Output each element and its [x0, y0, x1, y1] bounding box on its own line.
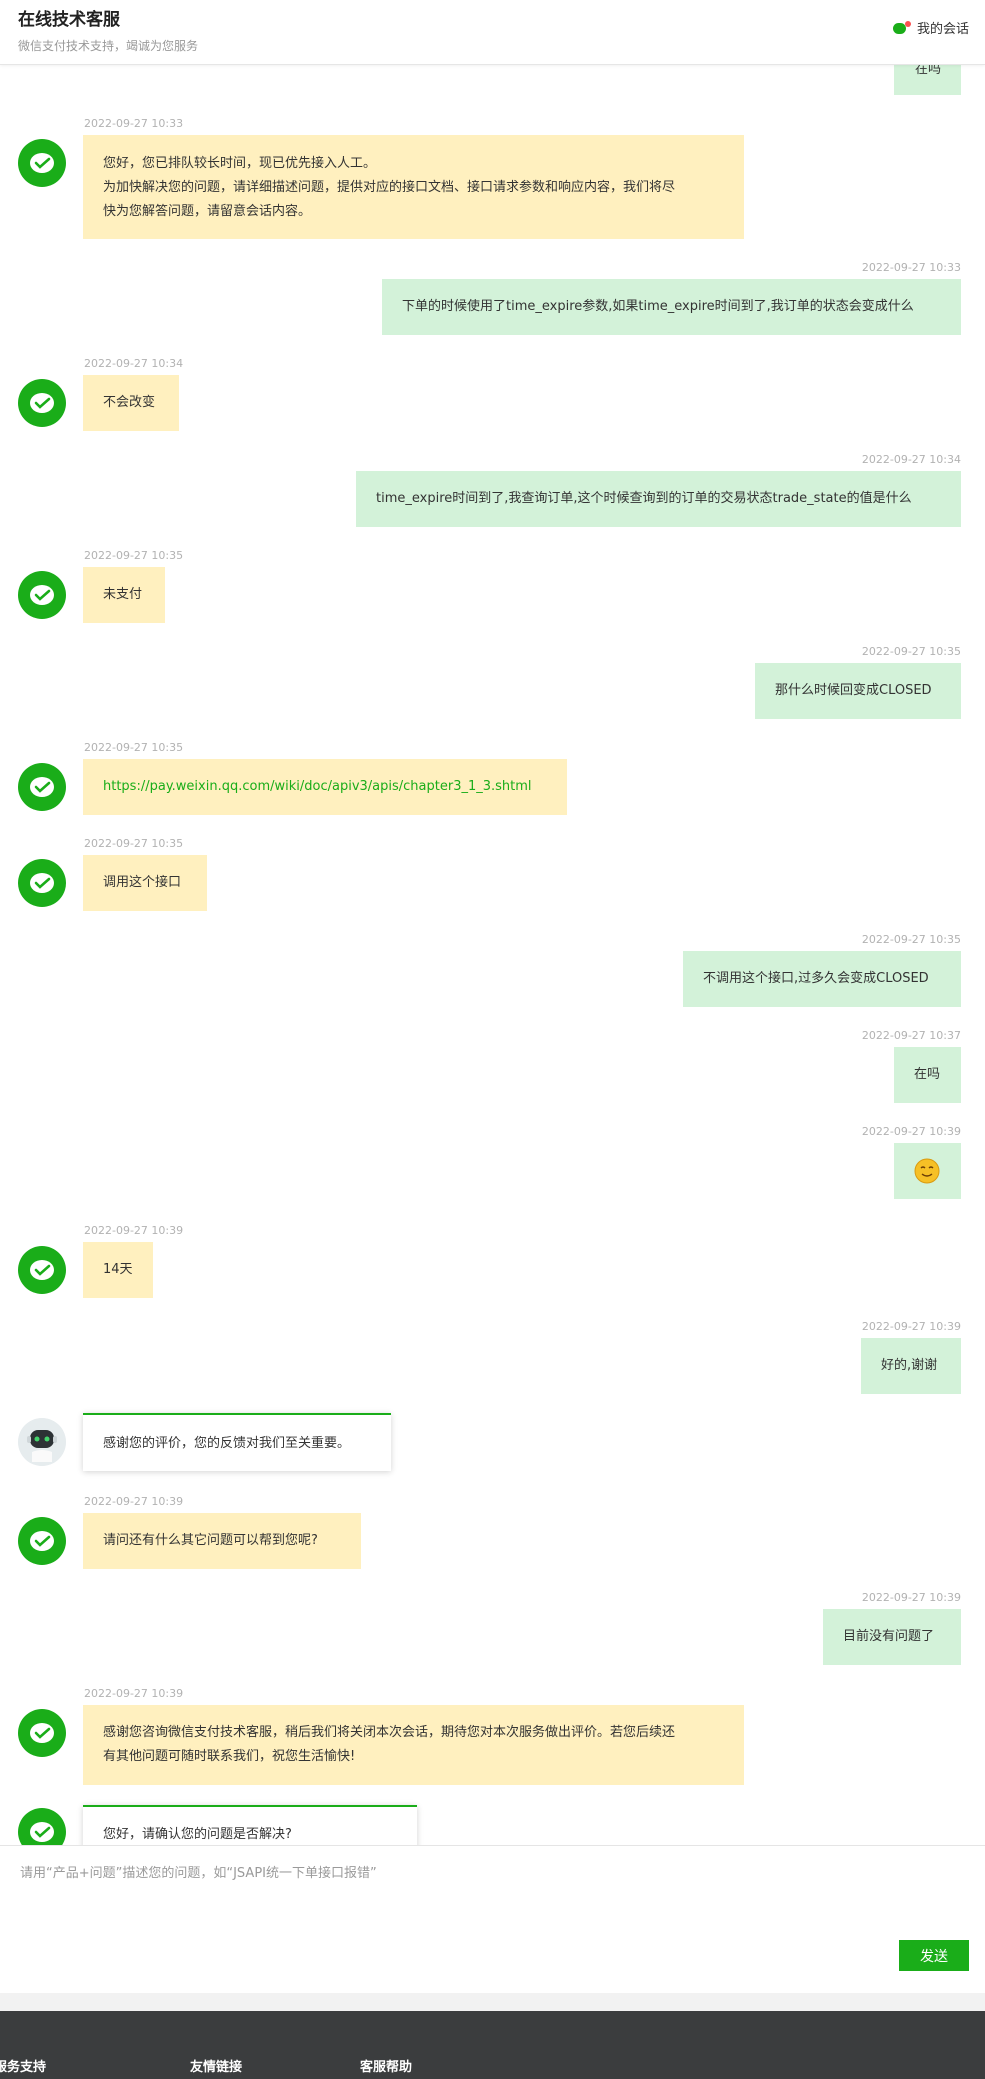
- wechat-pay-icon: [30, 1260, 54, 1280]
- user-message: 不调用这个接口,过多久会变成CLOSED: [683, 951, 961, 1007]
- top-header: 在线技术客服 微信支付技术支持，竭诚为您服务 我的会话: [0, 0, 985, 65]
- message-timestamp: 2022-09-27 10:34: [861, 453, 961, 466]
- chat-area[interactable]: 在吗 2022-09-27 10:33 您好，您已排队较长时间，现已优先接入人工…: [0, 0, 985, 1845]
- site-footer: 服务支持 友情链接 客服帮助: [0, 2011, 985, 2079]
- wechat-pay-icon: [30, 585, 54, 605]
- message-text: 不会改变: [103, 395, 156, 410]
- robot-avatar: [18, 1418, 66, 1466]
- smile-emoji-icon: [914, 1158, 940, 1184]
- message-timestamp: 2022-09-27 10:39: [84, 1495, 184, 1508]
- message-timestamp: 2022-09-27 10:35: [84, 837, 184, 850]
- message-text: 未支付: [103, 587, 143, 602]
- message-timestamp: 2022-09-27 10:35: [861, 645, 961, 658]
- agent-message: 调用这个接口: [83, 855, 207, 911]
- footer-friendly-links[interactable]: 友情链接: [190, 2056, 242, 2075]
- message-line: 有其他问题可随时联系我们，祝您生活愉快!: [103, 1749, 356, 1764]
- evaluation-card: 感谢您的评价，您的反馈对我们至关重要。: [83, 1413, 391, 1471]
- chat-bubble-icon: [892, 20, 911, 35]
- message-text: 14天: [103, 1262, 133, 1277]
- agent-avatar: [18, 379, 66, 427]
- message-timestamp: 2022-09-27 10:39: [861, 1125, 961, 1138]
- message-timestamp: 2022-09-27 10:33: [861, 261, 961, 274]
- my-session-label: 我的会话: [916, 22, 969, 37]
- divider: [0, 1992, 985, 2011]
- agent-message: 请问还有什么其它问题可以帮到您呢?: [83, 1513, 361, 1569]
- message-timestamp: 2022-09-27 10:34: [84, 357, 184, 370]
- agent-avatar: [18, 139, 66, 187]
- user-message: [894, 1143, 961, 1199]
- message-link[interactable]: https://pay.weixin.qq.com/wiki/doc/apiv3…: [103, 779, 532, 794]
- user-message: time_expire时间到了,我查询订单,这个时候查询到的订单的交易状态tra…: [356, 471, 961, 527]
- my-session-button[interactable]: 我的会话: [892, 18, 969, 37]
- message-timestamp: 2022-09-27 10:35: [861, 933, 961, 946]
- message-text: 您好，请确认您的问题是否解决?: [103, 1827, 292, 1842]
- agent-message: 未支付: [83, 567, 165, 623]
- user-message: 下单的时候使用了time_expire参数,如果time_expire时间到了,…: [382, 279, 961, 335]
- message-text: time_expire时间到了,我查询订单,这个时候查询到的订单的交易状态tra…: [376, 491, 912, 506]
- user-message: 目前没有问题了: [823, 1609, 961, 1665]
- message-text: 好的,谢谢: [881, 1358, 938, 1373]
- agent-message: 您好，您已排队较长时间，现已优先接入人工。 为加快解决您的问题，请详细描述问题，…: [83, 135, 744, 239]
- message-text: 请问还有什么其它问题可以帮到您呢?: [103, 1533, 318, 1548]
- user-message: 好的,谢谢: [861, 1338, 961, 1394]
- message-line: 为加快解决您的问题，请详细描述问题，提供对应的接口文档、接口请求参数和响应内容，…: [103, 180, 676, 195]
- wechat-pay-icon: [30, 1723, 54, 1743]
- message-text: 下单的时候使用了time_expire参数,如果time_expire时间到了,…: [402, 299, 914, 314]
- message-composer: 发送: [0, 1845, 985, 1993]
- agent-message: 14天: [83, 1242, 153, 1298]
- agent-avatar: [18, 1808, 66, 1845]
- message-text: 目前没有问题了: [843, 1629, 935, 1644]
- wechat-pay-icon: [30, 873, 54, 893]
- message-line: 感谢您咨询微信支付技术客服，稍后我们将关闭本次会话，期待您对本次服务做出评价。若…: [103, 1725, 676, 1740]
- message-timestamp: 2022-09-27 10:33: [84, 117, 184, 130]
- wechat-pay-icon: [30, 777, 54, 797]
- footer-service-support[interactable]: 服务支持: [0, 2056, 46, 2075]
- agent-avatar: [18, 1517, 66, 1565]
- agent-message: 不会改变: [83, 375, 179, 431]
- message-timestamp: 2022-09-27 10:35: [84, 549, 184, 562]
- agent-avatar: [18, 1246, 66, 1294]
- message-timestamp: 2022-09-27 10:35: [84, 741, 184, 754]
- message-text: 在吗: [914, 1067, 941, 1082]
- message-line: 快为您解答问题，请留意会话内容。: [103, 204, 312, 219]
- agent-avatar: [18, 763, 66, 811]
- message-text: 感谢您的评价，您的反馈对我们至关重要。: [103, 1436, 351, 1451]
- agent-message: https://pay.weixin.qq.com/wiki/doc/apiv3…: [83, 759, 567, 815]
- wechat-pay-icon: [30, 1531, 54, 1551]
- message-text: 那什么时候回变成CLOSED: [775, 683, 932, 698]
- resolution-card: 您好，请确认您的问题是否解决?: [83, 1805, 417, 1845]
- user-message: 那什么时候回变成CLOSED: [755, 663, 961, 719]
- message-line: 您好，您已排队较长时间，现已优先接入人工。: [103, 156, 377, 171]
- user-message: 在吗: [894, 1047, 961, 1103]
- footer-help[interactable]: 客服帮助: [360, 2056, 412, 2075]
- message-text: 调用这个接口: [103, 875, 182, 890]
- agent-avatar: [18, 571, 66, 619]
- robot-icon: [18, 1418, 66, 1466]
- agent-avatar: [18, 1709, 66, 1757]
- wechat-pay-icon: [30, 153, 54, 173]
- send-button[interactable]: 发送: [899, 1940, 969, 1971]
- message-timestamp: 2022-09-27 10:39: [861, 1591, 961, 1604]
- wechat-pay-icon: [30, 1822, 54, 1842]
- agent-avatar: [18, 859, 66, 907]
- message-text: 不调用这个接口,过多久会变成CLOSED: [703, 971, 929, 986]
- agent-message: 感谢您咨询微信支付技术客服，稍后我们将关闭本次会话，期待您对本次服务做出评价。若…: [83, 1705, 744, 1785]
- message-timestamp: 2022-09-27 10:37: [861, 1029, 961, 1042]
- message-timestamp: 2022-09-27 10:39: [84, 1224, 184, 1237]
- page-subtitle: 微信支付技术支持，竭诚为您服务: [18, 39, 199, 53]
- message-timestamp: 2022-09-27 10:39: [861, 1320, 961, 1333]
- message-timestamp: 2022-09-27 10:39: [84, 1687, 184, 1700]
- wechat-pay-icon: [30, 393, 54, 413]
- page-title: 在线技术客服: [18, 10, 120, 30]
- message-input[interactable]: [18, 1860, 962, 1964]
